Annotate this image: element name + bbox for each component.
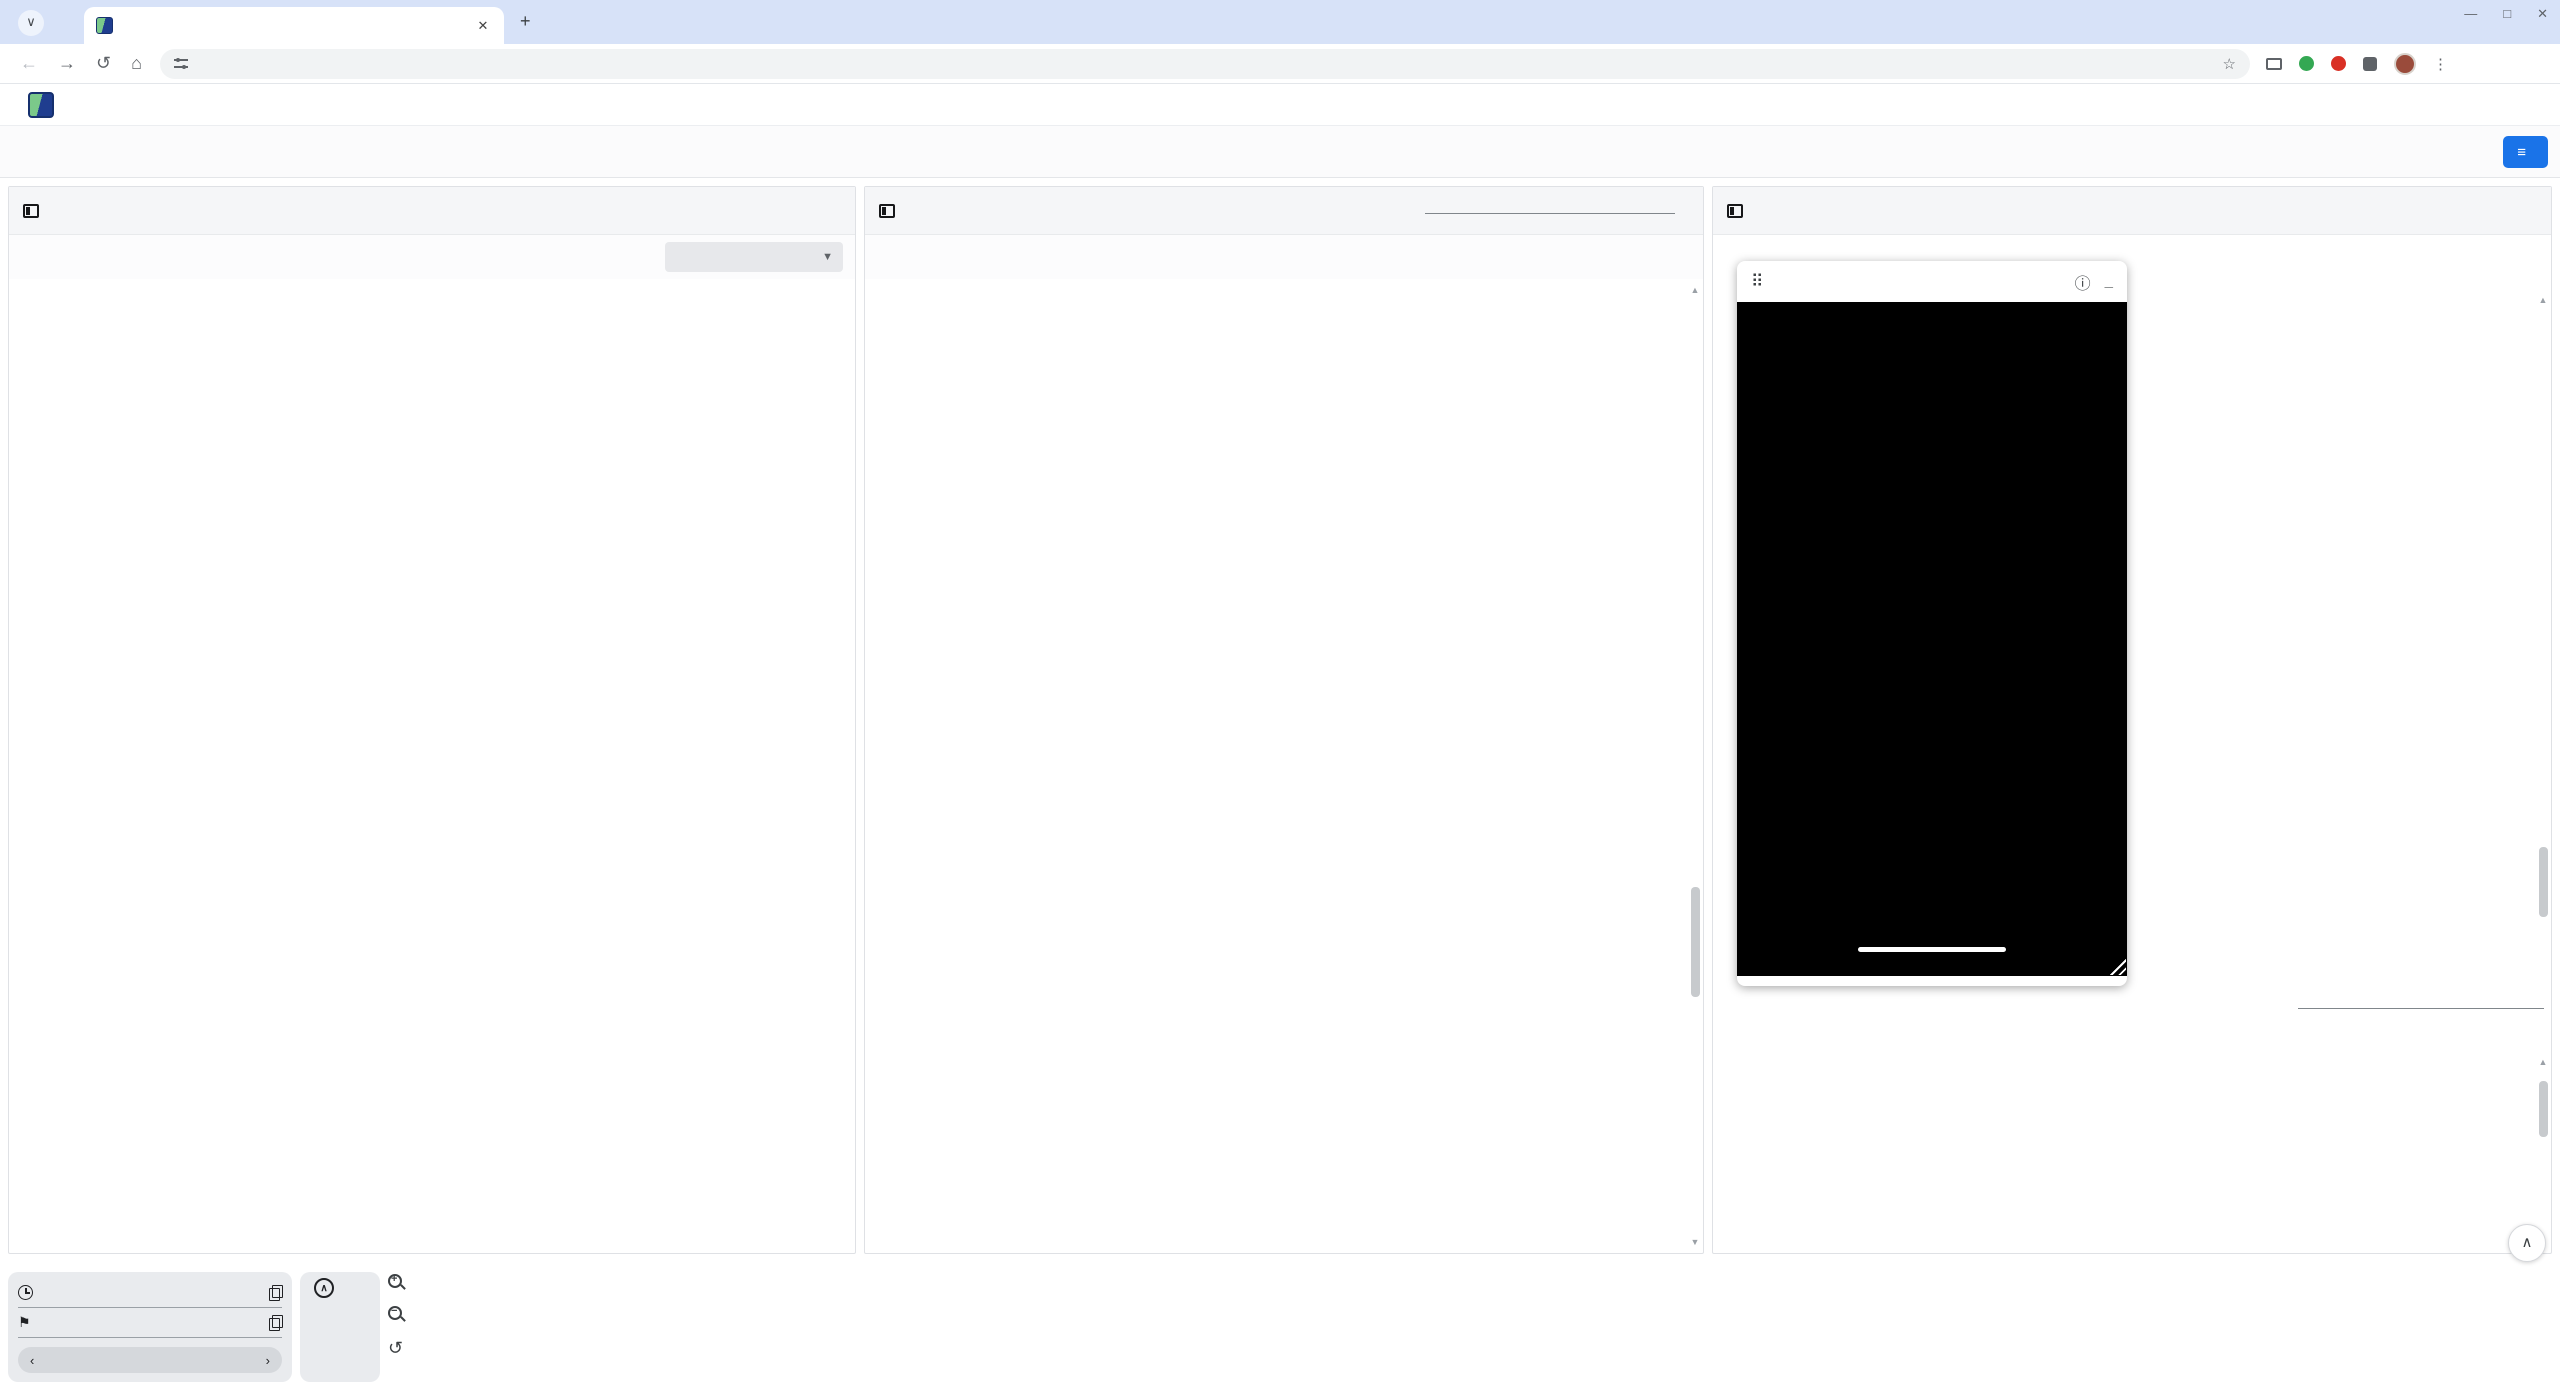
bookmark-star-icon[interactable]: ☆ (2223, 55, 2236, 73)
window-minimize-icon[interactable]: — (2464, 6, 2477, 22)
extension-green-icon[interactable] (2299, 56, 2314, 71)
hierarchy-tree (865, 279, 1703, 1252)
timeline-bar: ∧ ⚑ ‹ › ∧ (0, 1258, 2560, 1392)
back-icon[interactable]: ← (20, 53, 38, 74)
info-icon[interactable]: ⓘ (2075, 270, 2091, 294)
home-icon[interactable]: ⌂ (131, 53, 142, 74)
extensions-puzzle-icon[interactable] (2363, 57, 2377, 71)
timeline-tracks[interactable] (420, 1272, 2548, 1390)
window-controls: — □ ✕ (2464, 6, 2548, 22)
transition-overlay-window[interactable]: ⠿ ⓘ _ (1737, 261, 2127, 986)
window-maximize-icon[interactable]: □ (2503, 6, 2511, 22)
collapse-timeline-button[interactable]: ∧ (2508, 1224, 2546, 1262)
extension-red-icon[interactable] (2331, 56, 2346, 71)
properties-tree (1727, 1051, 2533, 1252)
scroll-right-icon[interactable]: › (266, 1353, 270, 1368)
trace-tab-bar: ≡ (0, 126, 2560, 178)
flag-icon: ⚑ (18, 1314, 31, 1331)
timeline-zoom-controls: ↺ (388, 1274, 404, 1359)
zoom-out-icon[interactable] (388, 1306, 404, 1322)
collapse-panel-icon[interactable] (879, 204, 895, 218)
clock-icon (18, 1285, 33, 1300)
displays-select[interactable]: ▼ (665, 242, 843, 272)
hierarchy-search-input[interactable] (1425, 207, 1675, 214)
properties-tree-scrollbar[interactable] (2539, 1081, 2548, 1137)
winscope-favicon (96, 17, 113, 34)
collapse-filter-icon[interactable]: ∧ (314, 1278, 334, 1298)
trace-filter-card: ∧ (300, 1272, 380, 1382)
scroll-left-icon[interactable]: ‹ (30, 1353, 34, 1368)
copy-icon[interactable] (269, 1315, 282, 1330)
timestamp-card: ⚑ ‹ › (8, 1272, 292, 1382)
app-header (0, 84, 2560, 126)
chevron-down-icon: ▼ (822, 251, 833, 263)
filter-list-icon: ≡ (2517, 144, 2526, 161)
browser-tab-strip: ∨ ✕ + — □ ✕ (0, 0, 2560, 44)
forward-icon[interactable]: → (58, 53, 76, 74)
browser-toolbar: ← → ↺ ⌂ ☆ ⋮ (0, 44, 2560, 84)
browser-extension-icons: ⋮ (2266, 53, 2448, 75)
browser-menu-icon[interactable]: ⋮ (2433, 55, 2448, 73)
layers-3d-view[interactable] (9, 279, 855, 1253)
drag-handle-icon[interactable]: ⠿ (1751, 272, 1764, 292)
zoom-in-icon[interactable] (388, 1274, 404, 1290)
reset-zoom-icon[interactable]: ↺ (388, 1338, 404, 1359)
copy-icon[interactable] (269, 1285, 282, 1300)
properties-scrollbar[interactable] (2539, 847, 2548, 917)
winscope-logo (28, 92, 54, 118)
new-tab-button[interactable]: + (520, 11, 531, 32)
browser-tab[interactable]: ✕ (84, 7, 504, 44)
cast-icon[interactable] (2266, 58, 2282, 70)
filter-presets-button[interactable]: ≡ (2503, 136, 2548, 168)
collapse-panel-icon[interactable] (1727, 204, 1743, 218)
winscope-app: ∨ ✕ + — □ ✕ ← → ↺ ⌂ ☆ ⋮ (0, 0, 2560, 1392)
collapse-panel-icon[interactable] (23, 204, 39, 218)
site-settings-icon[interactable] (174, 59, 188, 69)
address-bar[interactable]: ☆ (160, 49, 2250, 79)
layers-panel: ▼ (8, 186, 856, 1254)
hierarchy-scrollbar[interactable] (1691, 887, 1700, 997)
profile-avatar[interactable] (2394, 53, 2416, 75)
tab-close-icon[interactable]: ✕ (474, 18, 492, 34)
hierarchy-panel: ▲ ▼ (864, 186, 1704, 1254)
reload-icon[interactable]: ↺ (96, 53, 111, 74)
scroll-up-icon[interactable]: ▲ (1689, 285, 1701, 295)
scroll-up-icon[interactable]: ▲ (2537, 1057, 2549, 1067)
scroll-up-icon[interactable]: ▲ (2537, 295, 2549, 305)
gesture-bar (1858, 947, 2006, 952)
minimize-icon[interactable]: _ (2105, 278, 2113, 286)
tab-search-icon[interactable]: ∨ (18, 10, 44, 36)
resize-handle-icon[interactable] (2108, 957, 2126, 975)
window-close-icon[interactable]: ✕ (2537, 6, 2548, 22)
timeline-scrollbar[interactable]: ‹ › (18, 1347, 282, 1373)
screen-preview (1737, 302, 2127, 976)
scroll-down-icon[interactable]: ▼ (1689, 1237, 1701, 1247)
